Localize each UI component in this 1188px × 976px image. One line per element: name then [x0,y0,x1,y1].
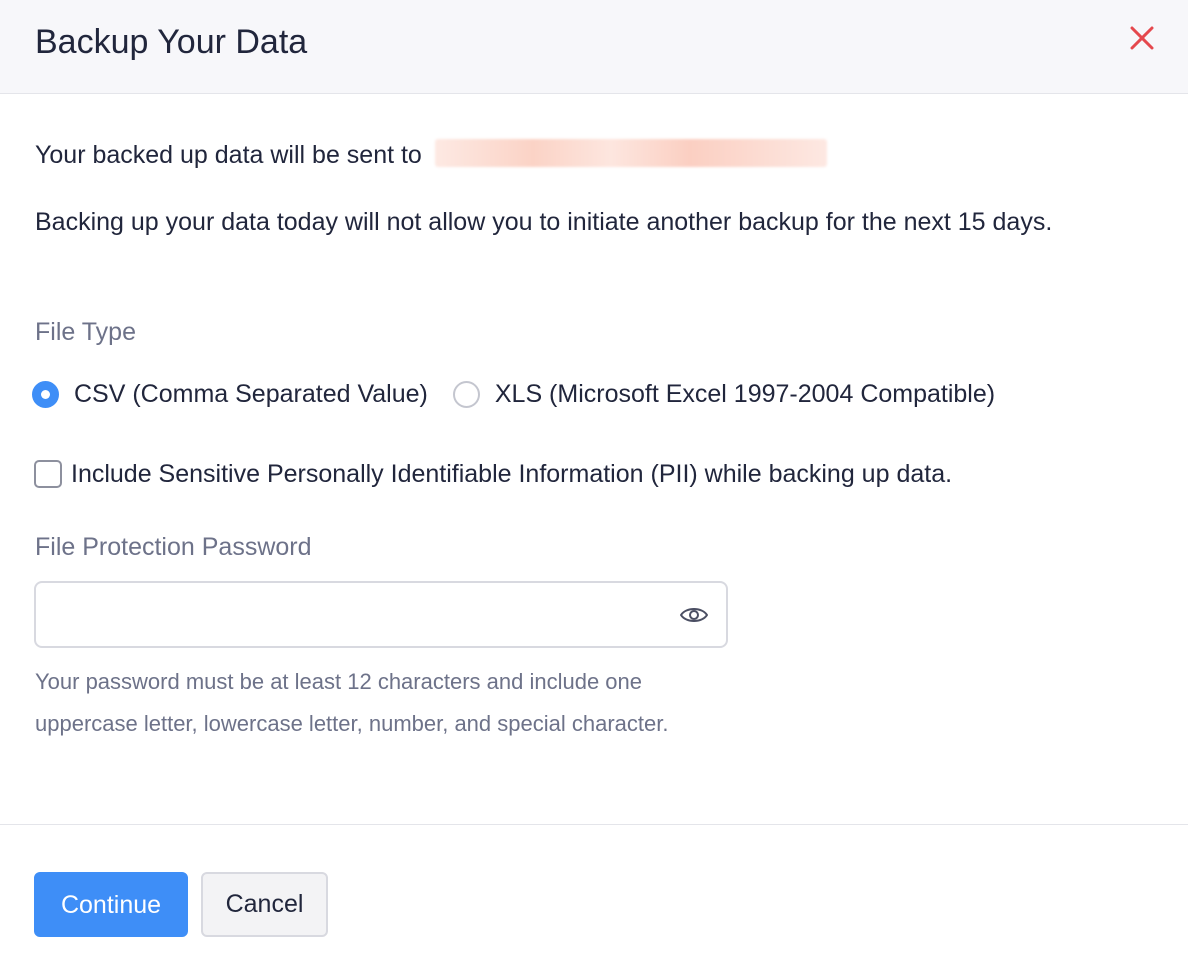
sent-to-text: Your backed up data will be sent to [35,141,422,169]
radio-csv[interactable] [32,380,59,408]
dialog-title: Backup Your Data [35,23,308,61]
file-type-option-xls[interactable]: XLS (Microsoft Excel 1997-2004 Compatibl… [452,378,996,410]
sent-to-line: Your backed up data will be sent to [35,134,827,176]
radio-xls-label: XLS (Microsoft Excel 1997-2004 Compatibl… [494,380,996,408]
redacted-email [434,139,827,168]
backup-dialog: Backup Your Data Your backed up data wil… [0,0,1188,976]
file-type-option-csv[interactable]: CSV (Comma Separated Value) [32,378,428,410]
eye-icon [680,608,708,622]
close-button[interactable] [1126,22,1158,54]
pii-checkbox[interactable] [34,460,62,488]
file-type-label: File Type [35,318,136,346]
cancel-button[interactable]: Cancel [201,872,328,937]
password-input[interactable] [50,593,660,637]
radio-csv-label: CSV (Comma Separated Value) [74,380,428,408]
password-label: File Protection Password [35,533,312,561]
radio-xls[interactable] [452,380,480,408]
footer-divider [0,824,1188,825]
pii-checkbox-row[interactable]: Include Sensitive Personally Identifiabl… [34,458,952,490]
dialog-header: Backup Your Data [0,0,1188,94]
file-type-radio-group: CSV (Comma Separated Value) XLS (Microso… [32,376,995,412]
password-field[interactable] [34,581,728,648]
backup-warning-text: Backing up your data today will not allo… [35,208,1053,236]
show-password-button[interactable] [678,601,710,629]
pii-checkbox-label: Include Sensitive Personally Identifiabl… [71,460,953,488]
password-hint: Your password must be at least 12 charac… [35,669,669,736]
continue-button[interactable]: Continue [34,872,188,937]
close-icon [1130,26,1154,50]
